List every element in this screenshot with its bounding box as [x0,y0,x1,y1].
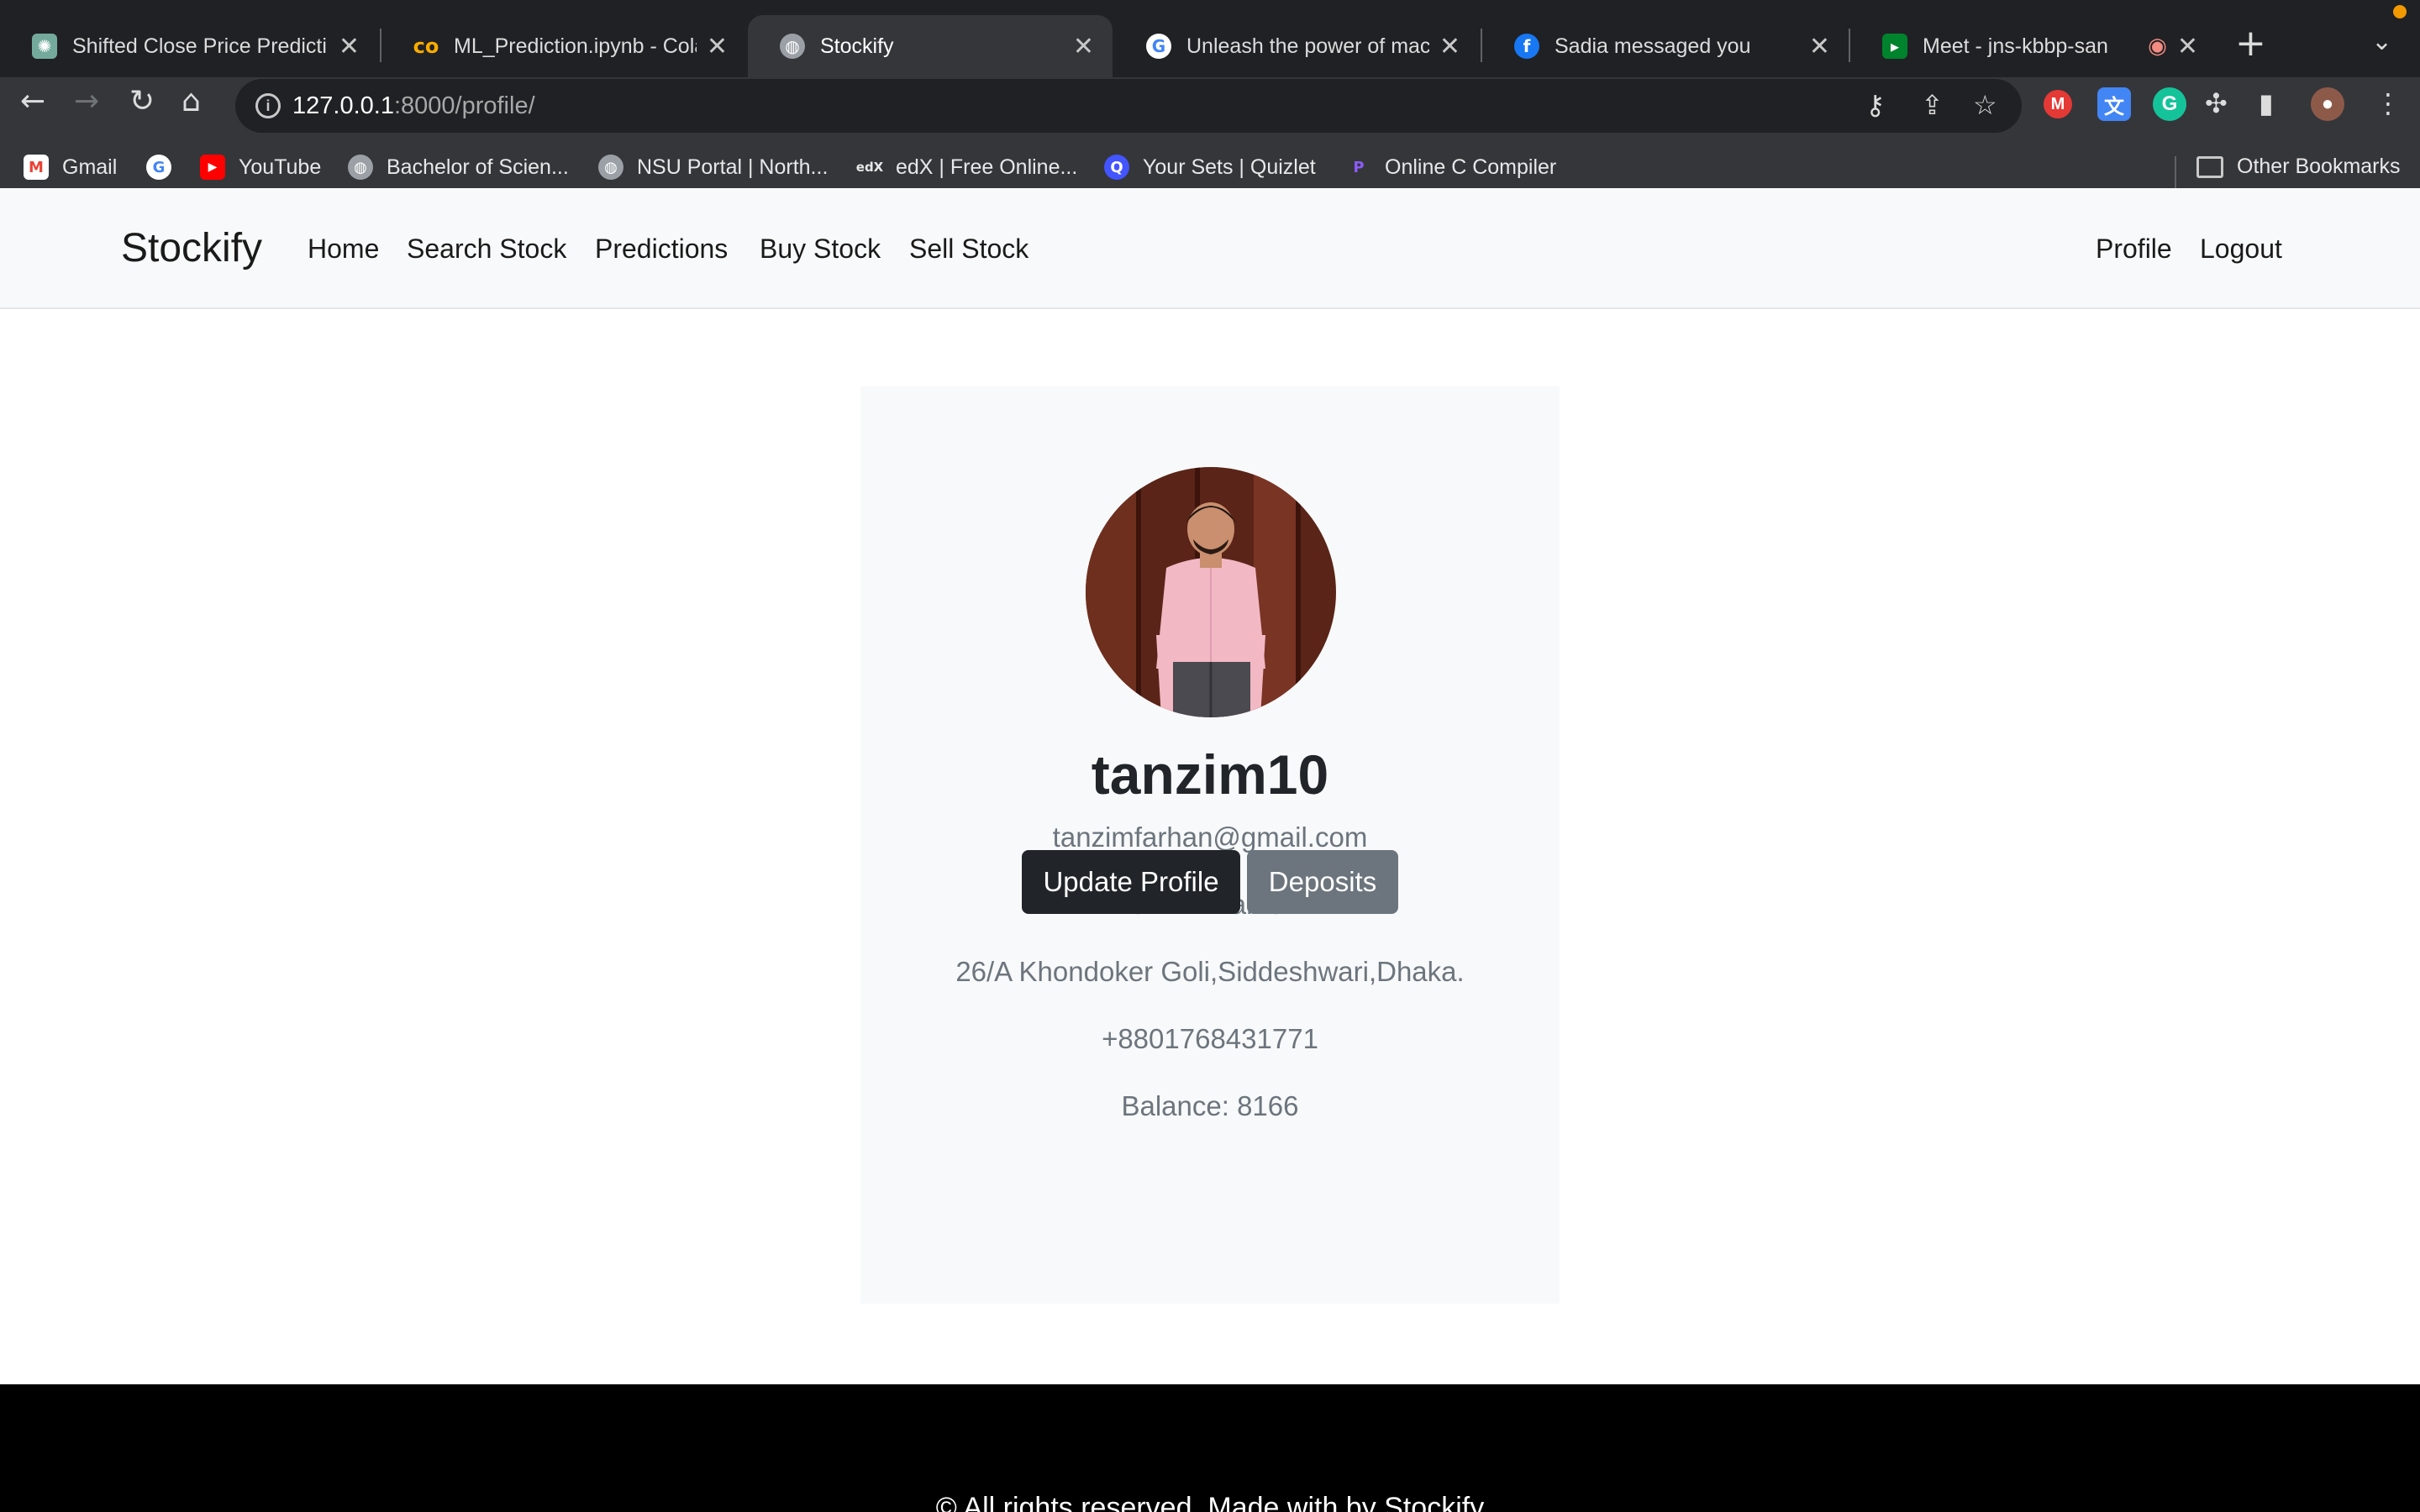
bookmark-label: Bachelor of Scien... [387,155,569,179]
browser-tab-strip: ✺ Shifted Close Price Predicti ✕ co ML_P… [0,0,2420,77]
extensions-puzzle-icon[interactable]: ✣ [2205,87,2228,119]
update-profile-button[interactable]: Update Profile [1022,850,1240,914]
tab-title: ML_Prediction.ipynb - Cola [454,34,697,58]
footer-copyright: © All rights reserved. Made with by Stoc… [935,1492,1485,1512]
reload-icon[interactable]: ↻ [129,84,155,118]
bookmark-label: Other Bookmarks [2237,155,2401,178]
user-avatar-icon[interactable]: ● [2311,87,2344,121]
site-navbar: Stockify Home Search Stock Predictions B… [0,188,2420,309]
gmail-icon: M [24,155,49,180]
facebook-icon: f [1514,34,1539,59]
quizlet-icon: Q [1104,155,1129,180]
bookmark-quizlet[interactable]: Q Your Sets | Quizlet [1104,155,1316,180]
other-bookmarks[interactable]: Other Bookmarks [2196,155,2401,179]
main-content: tanzim10 tanzimfarhan@gmail.com Tanzim F… [0,309,2420,1384]
nav-predictions[interactable]: Predictions [595,234,728,265]
edx-icon: edX [855,160,884,175]
bookmark-bachelor[interactable]: ◍ Bachelor of Scien... [348,155,569,180]
password-key-icon[interactable]: ⚷ [1865,89,1885,121]
close-icon[interactable]: ✕ [1809,32,1830,61]
address-bar[interactable]: i 127.0.0.1:8000/profile/ ⚷ ⇪ ☆ [235,79,2022,133]
bookmark-separator [2175,156,2176,188]
site-footer: © All rights reserved. Made with by Stoc… [0,1384,2420,1512]
bookmark-label: NSU Portal | North... [637,155,829,179]
bookmark-star-icon[interactable]: ☆ [1973,89,1997,121]
bookmark-label: Gmail [62,155,118,179]
profile-balance: Balance: 8166 [1121,1090,1299,1121]
bookmark-edx[interactable]: edX edX | Free Online... [855,155,1078,180]
profile-address: 26/A Khondoker Goli,Siddeshwari,Dhaka. [955,956,1465,987]
folder-icon [2196,155,2223,178]
browser-menu-icon[interactable]: ⋮ [2375,87,2402,119]
mail-extension-icon[interactable]: M [2044,90,2072,118]
brand-logo[interactable]: Stockify [121,225,262,271]
home-icon[interactable]: ⌂ [182,84,201,118]
tab-unleash-power[interactable]: G Unleash the power of mach ✕ [1114,15,1479,77]
bookmark-label: edX | Free Online... [896,155,1078,179]
new-tab-button[interactable]: + [2235,22,2266,65]
close-icon[interactable]: ✕ [1073,32,1094,61]
url-text[interactable]: 127.0.0.1:8000/profile/ [292,92,535,120]
globe-icon: ◍ [598,155,623,180]
tab-title: Sadia messaged you [1555,34,1751,58]
profile-card: tanzim10 tanzimfarhan@gmail.com Tanzim F… [860,386,1560,1304]
forward-arrow-icon[interactable]: → [74,84,99,118]
notification-dot [2393,5,2407,18]
nav-profile[interactable]: Profile [2096,234,2172,265]
tab-title: Shifted Close Price Predicti [72,34,327,58]
bookmark-google[interactable]: G [146,155,171,180]
meet-icon: ▸ [1882,34,1907,59]
bookmark-label: Online C Compiler [1385,155,1557,179]
tab-stockify[interactable]: ◍ Stockify ✕ [748,15,1113,77]
google-icon: G [1146,34,1171,59]
colab-icon: co [413,34,439,58]
share-icon[interactable]: ⇪ [1921,89,1944,121]
bookmark-youtube[interactable]: ▶ YouTube [200,155,321,180]
tab-ml-prediction[interactable]: co ML_Prediction.ipynb - Cola ✕ [381,15,746,77]
nav-sell-stock[interactable]: Sell Stock [909,234,1028,265]
tab-title: Meet - jns-kbbp-san [1923,34,2108,58]
close-icon[interactable]: ✕ [1439,32,1460,61]
tab-sadia-messaged[interactable]: f Sadia messaged you ✕ [1482,15,1849,77]
close-icon[interactable]: ✕ [707,32,728,61]
profile-email: tanzimfarhan@gmail.com [1052,822,1368,853]
side-panel-icon[interactable]: ▮ [2259,87,2274,119]
tab-search-icon[interactable]: ⌄ [2371,27,2392,56]
translate-extension-icon[interactable]: 文 [2097,87,2131,121]
google-icon: G [146,155,171,180]
recording-icon: ◉ [2148,34,2167,59]
bookmark-nsu-portal[interactable]: ◍ NSU Portal | North... [598,155,828,180]
nav-buy-stock[interactable]: Buy Stock [760,234,881,265]
close-icon[interactable]: ✕ [2177,32,2198,61]
tab-title: Stockify [820,34,894,58]
tab-title: Unleash the power of mach [1186,34,1429,58]
nav-home[interactable]: Home [308,234,379,265]
globe-icon: ◍ [780,34,805,59]
tab-meet[interactable]: ▸ Meet - jns-kbbp-san ◉ ✕ [1850,15,2217,77]
site-info-icon[interactable]: i [255,93,281,118]
browser-toolbar: ← → ↻ ⌂ i 127.0.0.1:8000/profile/ ⚷ ⇪ ☆ … [0,77,2420,205]
profile-avatar [1086,467,1336,717]
youtube-icon: ▶ [200,155,225,180]
tab-shifted-close-price[interactable]: ✺ Shifted Close Price Predicti ✕ [0,15,378,77]
programiz-icon: P [1353,158,1365,176]
chatgpt-icon: ✺ [32,34,57,59]
bookmark-label: YouTube [239,155,322,179]
nav-logout[interactable]: Logout [2200,234,2282,265]
profile-username: tanzim10 [1091,743,1329,806]
close-icon[interactable]: ✕ [339,32,360,61]
deposits-button[interactable]: Deposits [1247,850,1398,914]
bookmark-gmail[interactable]: M Gmail [24,155,117,180]
nav-search-stock[interactable]: Search Stock [407,234,566,265]
grammarly-icon[interactable]: G [2153,87,2186,121]
bookmark-online-c-compiler[interactable]: P Online C Compiler [1346,155,1556,180]
profile-phone: +8801768431771 [1102,1023,1318,1054]
back-arrow-icon[interactable]: ← [20,84,45,118]
bookmark-label: Your Sets | Quizlet [1143,155,1316,179]
globe-icon: ◍ [348,155,373,180]
